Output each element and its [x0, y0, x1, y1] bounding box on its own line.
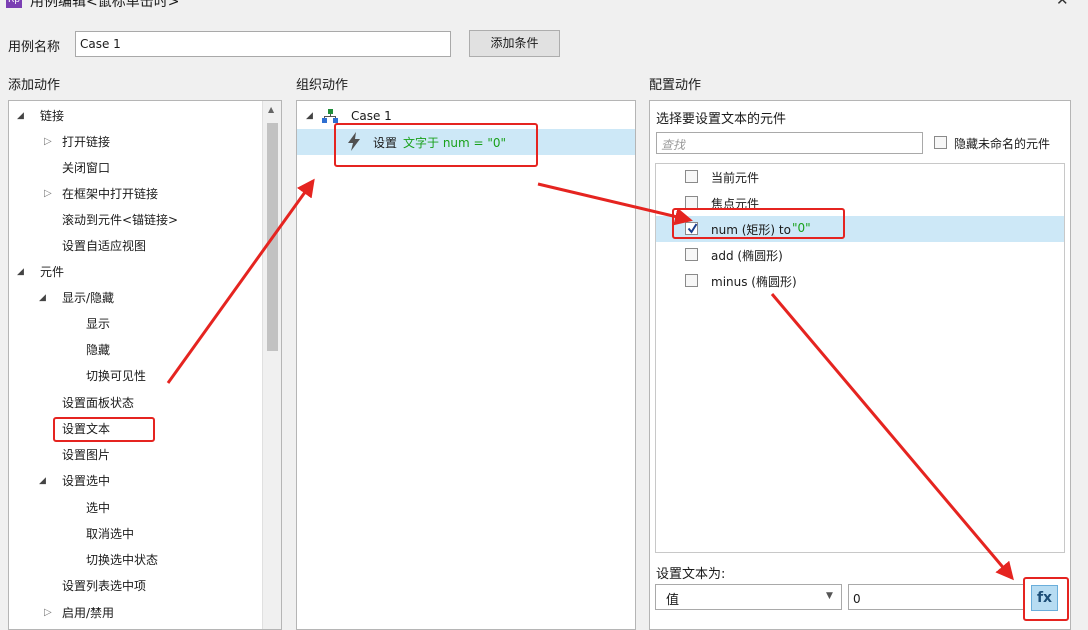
arrow-to-fx — [770, 293, 1014, 581]
annotation-arrows — [166, 178, 1014, 581]
arrow-to-action — [166, 178, 315, 384]
arrow-to-widget — [537, 182, 693, 226]
